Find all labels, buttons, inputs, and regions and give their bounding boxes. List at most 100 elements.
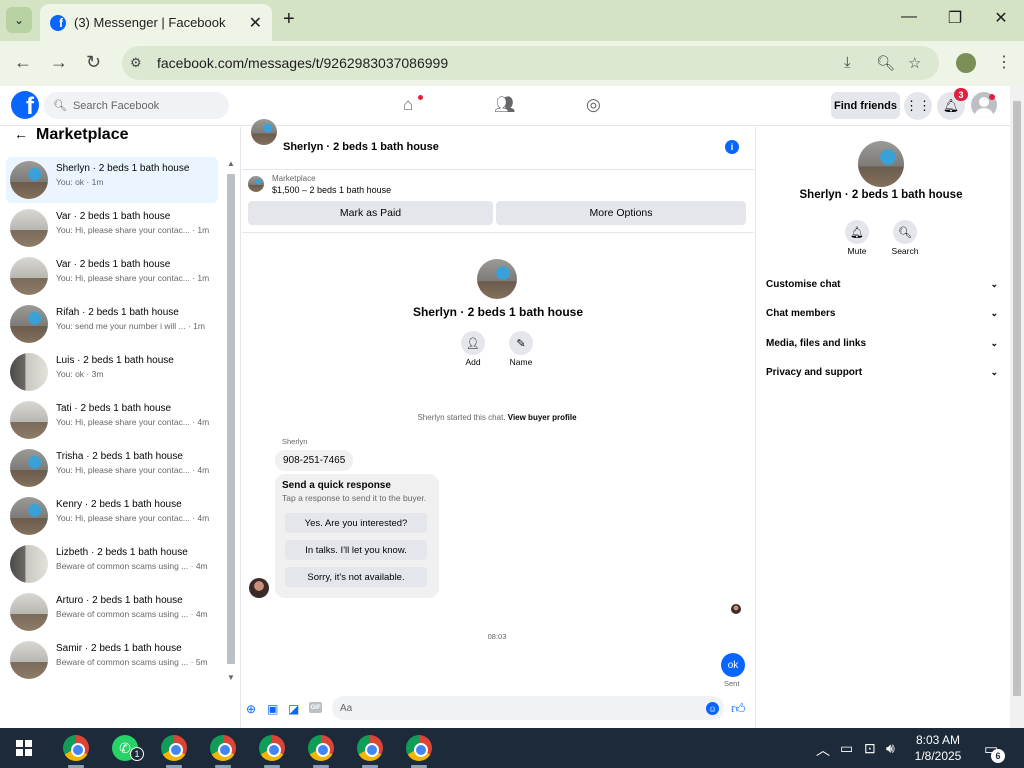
more-actions-plus-icon[interactable]: ⊕	[246, 702, 256, 716]
mute-bell-icon[interactable]: 🔔︎	[845, 220, 869, 244]
close-window-icon[interactable]: ✕	[978, 8, 1024, 28]
reload-icon[interactable]: ↻	[86, 52, 101, 73]
conversation-item[interactable]: Kenry · 2 beds 1 bath house You: Hi, plea…	[6, 493, 218, 539]
browser-tab-strip: ⌄ f (3) Messenger | Facebook ✕ + — ❐ ✕	[0, 0, 1024, 41]
bookmark-star-icon[interactable]: ☆	[908, 54, 921, 72]
edit-name-pencil-icon[interactable]: ✎	[509, 331, 533, 355]
message-input[interactable]: Aa	[332, 696, 724, 720]
restore-window-icon[interactable]: ❐	[932, 8, 978, 28]
site-settings-icon[interactable]: ⚙	[130, 55, 142, 71]
chrome-taskbar-icon[interactable]	[161, 735, 187, 761]
sender-avatar[interactable]	[249, 578, 269, 598]
conversation-item[interactable]: Rifah · 2 beds 1 bath house You: send me …	[6, 301, 218, 347]
conversation-preview: You: Hi, please share your contac... · 1…	[56, 273, 210, 283]
conversation-thumbnail	[10, 257, 48, 295]
volume-icon[interactable]: 🔊︎	[886, 740, 895, 757]
info-icon[interactable]: i	[725, 140, 739, 154]
scroll-up-arrow-icon[interactable]: ▲	[227, 159, 235, 168]
media-files-links-section[interactable]: Media, files and links ⌄	[766, 332, 998, 354]
conversation-item[interactable]: Trisha · 2 beds 1 bath house You: Hi, ple…	[6, 445, 218, 491]
meet-now-icon[interactable]: ▭	[840, 740, 853, 757]
menu-grid-icon[interactable]: ⋮⋮	[904, 92, 932, 120]
chat-profile-name: Sherlyn · 2 beds 1 bath house	[412, 305, 584, 319]
customise-chat-section[interactable]: Customise chat ⌄	[766, 273, 998, 295]
conversation-item[interactable]: Tati · 2 beds 1 bath house You: Hi, pleas…	[6, 397, 218, 443]
chrome-taskbar-icon-active[interactable]	[249, 728, 295, 768]
quick-response-button[interactable]: Sorry, it's not available.	[285, 567, 427, 587]
conversation-item[interactable]: Lizbeth · 2 beds 1 bath house Beware of c…	[6, 541, 218, 587]
close-tab-icon[interactable]: ✕	[249, 13, 262, 33]
marketplace-label: Marketplace	[272, 174, 316, 183]
quick-response-button[interactable]: Yes. Are you interested?	[285, 513, 427, 533]
conversation-item[interactable]: Samir · 2 beds 1 bath house Beware of com…	[6, 637, 218, 683]
chrome-taskbar-icon[interactable]	[406, 735, 432, 761]
quick-response-subtitle: Tap a response to send it to the buyer.	[282, 493, 427, 503]
conversation-name: Var · 2 beds 1 bath house	[56, 259, 171, 270]
thumbs-up-icon[interactable]: 👍︎	[731, 700, 746, 717]
facebook-search-input[interactable]: 🔍︎ Search Facebook	[44, 92, 229, 119]
listing-price-title[interactable]: $1,500 – 2 beds 1 bath house	[272, 185, 391, 195]
chrome-taskbar-icon[interactable]	[357, 735, 383, 761]
quick-response-button[interactable]: In talks. I'll let you know.	[285, 540, 427, 560]
network-icon[interactable]: ⊡	[864, 740, 876, 757]
listing-thumbnail[interactable]	[248, 176, 264, 192]
facebook-logo[interactable]: f	[11, 91, 39, 119]
minimize-window-icon[interactable]: —	[886, 8, 932, 26]
conversation-name: Lizbeth · 2 beds 1 bath house	[56, 547, 188, 558]
chrome-taskbar-icon[interactable]	[63, 735, 89, 761]
search-in-chat-icon[interactable]: 🔍︎	[893, 220, 917, 244]
conversation-list-scrollbar[interactable]: ▲ ▼	[225, 159, 237, 682]
zoom-icon[interactable]: 🔍︎	[876, 54, 895, 72]
install-app-icon[interactable]: ⤓	[844, 54, 851, 71]
tab-search-chevron-icon[interactable]: ⌄	[6, 7, 32, 33]
attach-photo-icon[interactable]: ▣	[267, 702, 278, 716]
home-icon[interactable]: ⌂	[403, 95, 413, 115]
add-person-icon[interactable]: 👤︎	[461, 331, 485, 355]
details-avatar[interactable]	[858, 141, 904, 187]
chat-header-avatar[interactable]	[251, 119, 277, 145]
browser-toolbar: ← → ↻ ⚙ facebook.com/messages/t/92629830…	[0, 41, 1024, 86]
emoji-icon[interactable]: ☺	[706, 702, 719, 715]
url-text[interactable]: facebook.com/messages/t/9262983037086999	[157, 55, 448, 71]
new-tab-plus-icon[interactable]: +	[283, 8, 295, 31]
gif-icon[interactable]: GIF	[309, 702, 322, 713]
conversation-item[interactable]: Var · 2 beds 1 bath house You: Hi, please…	[6, 205, 218, 251]
chat-profile-avatar[interactable]	[477, 259, 517, 299]
privacy-support-section[interactable]: Privacy and support ⌄	[766, 361, 998, 383]
back-arrow-icon[interactable]: ←	[14, 52, 32, 73]
groups-icon[interactable]: ◎	[586, 95, 601, 115]
chrome-taskbar-icon[interactable]	[308, 735, 334, 761]
more-options-button[interactable]: More Options	[496, 201, 746, 225]
chrome-profile-avatar[interactable]	[956, 53, 976, 73]
find-friends-button[interactable]: Find friends	[831, 92, 900, 119]
conversation-item[interactable]: Arturo · 2 beds 1 bath house Beware of co…	[6, 589, 218, 635]
chat-members-section[interactable]: Chat members ⌄	[766, 302, 998, 324]
back-arrow-icon[interactable]: ←	[14, 127, 28, 142]
conversation-list-scrollbar-thumb[interactable]	[227, 174, 235, 664]
view-buyer-profile-link[interactable]: View buyer profile	[508, 413, 577, 422]
browser-tab-messenger[interactable]: f (3) Messenger | Facebook ✕	[40, 4, 272, 41]
scroll-down-arrow-icon[interactable]: ▼	[227, 673, 235, 682]
chrome-taskbar-icon[interactable]	[210, 735, 236, 761]
chrome-menu-icon[interactable]: ⋮	[996, 52, 1012, 72]
mark-as-paid-button[interactable]: Mark as Paid	[248, 201, 493, 225]
show-hidden-icons-chevron-icon[interactable]: ︿	[816, 740, 830, 760]
search-placeholder: Search Facebook	[72, 99, 160, 112]
chevron-down-icon: ⌄	[990, 307, 998, 318]
details-name: Sherlyn · 2 beds 1 bath house	[799, 189, 963, 201]
forward-arrow-icon[interactable]: →	[50, 52, 68, 73]
conversation-item[interactable]: Luis · 2 beds 1 bath house You: ok · 3m	[6, 349, 218, 395]
conversation-item[interactable]: Sherlyn · 2 beds 1 bath house You: ok · 1…	[6, 157, 218, 203]
outgoing-message-bubble[interactable]: ok	[721, 653, 745, 677]
page-scrollbar-thumb[interactable]	[1013, 101, 1021, 696]
incoming-message-bubble[interactable]: 908-251-7465	[275, 450, 354, 471]
system-clock[interactable]: 8:03 AM 1/8/2025	[910, 732, 966, 764]
friends-icon[interactable]: 👥︎	[494, 95, 516, 115]
chat-header-name[interactable]: Sherlyn · 2 beds 1 bath house	[283, 141, 439, 153]
conversation-item[interactable]: Var · 2 beds 1 bath house You: Hi, please…	[6, 253, 218, 299]
page-scrollbar[interactable]	[1010, 86, 1024, 728]
windows-start-icon[interactable]	[16, 740, 32, 756]
sticker-icon[interactable]: ◪	[288, 702, 299, 716]
address-bar[interactable]: ⚙ facebook.com/messages/t/92629830370869…	[122, 46, 939, 80]
conversation-thumbnail	[10, 641, 48, 679]
